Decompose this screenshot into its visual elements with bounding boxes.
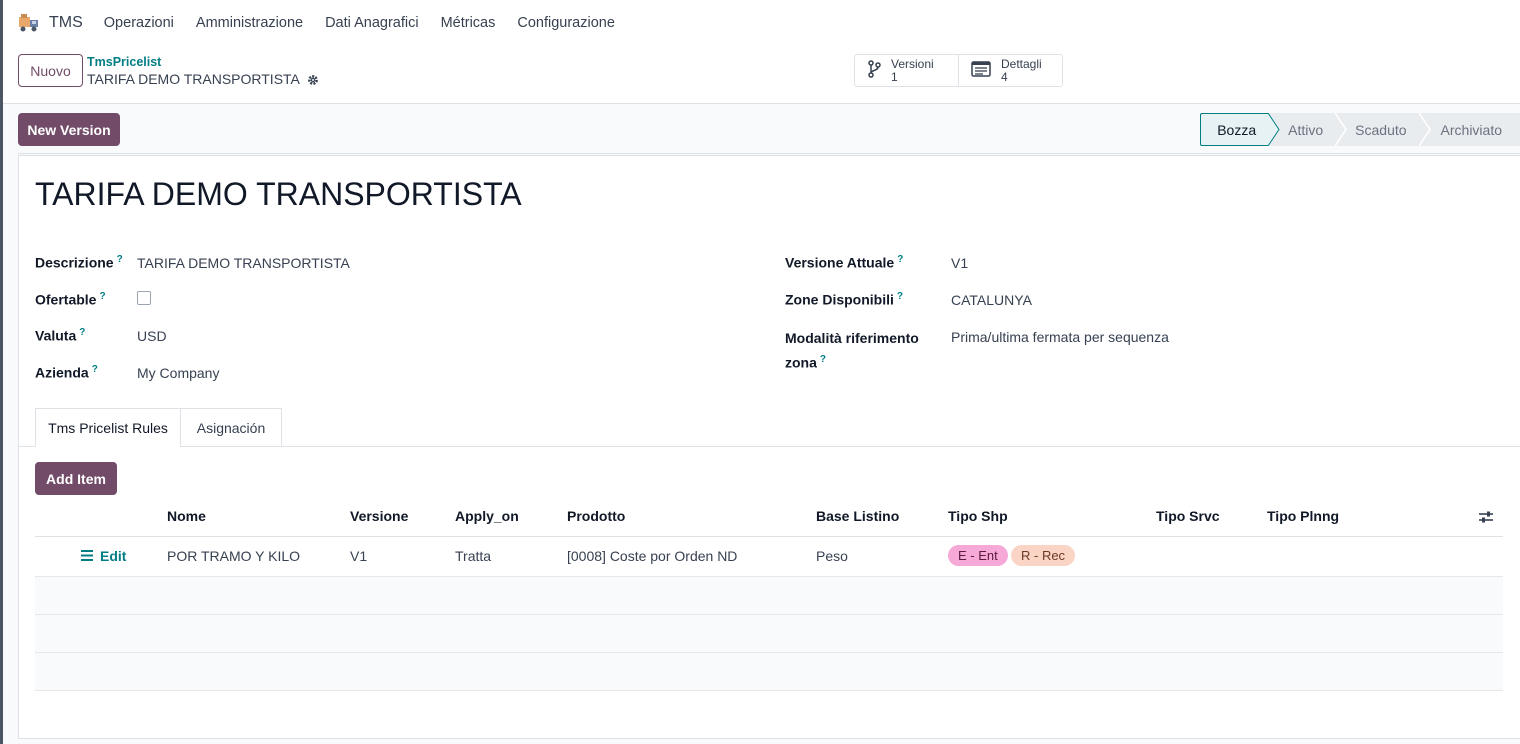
cell-base-listino[interactable]: Peso [816, 548, 848, 564]
stage-arrow-icon [1335, 113, 1348, 146]
details-count: 4 [1001, 69, 1008, 84]
versions-count: 1 [891, 69, 898, 84]
field-label-valuta: Valuta? [35, 327, 85, 344]
help-tooltip-icon[interactable]: ? [820, 354, 826, 365]
edit-row-link[interactable]: Edit [81, 548, 126, 564]
label-modalita-line1: Modalità riferimento [785, 330, 919, 346]
field-descrizione[interactable]: TARIFA DEMO TRANSPORTISTA [137, 255, 350, 271]
label-ofertable: Ofertable [35, 291, 97, 308]
optional-columns-icon[interactable] [1478, 509, 1494, 525]
ofertable-checkbox[interactable] [137, 291, 151, 305]
breadcrumb-parent[interactable]: TmsPricelist [87, 55, 161, 69]
label-azienda: Azienda [35, 364, 89, 381]
top-navbar: TMS Operazioni Amministrazione Dati Anag… [3, 0, 1520, 46]
column-header-tipo-shp[interactable]: Tipo Shp [948, 508, 1008, 524]
field-valuta[interactable]: USD [137, 328, 167, 344]
tab-pricelist-rules[interactable]: Tms Pricelist Rules [35, 408, 181, 447]
field-azienda[interactable]: My Company [137, 365, 219, 381]
smart-buttons: Versioni 1 Dettagli 4 [854, 54, 1063, 87]
new-record-button[interactable]: Nuovo [18, 54, 83, 87]
cell-versione[interactable]: V1 [350, 548, 367, 564]
add-item-button[interactable]: Add Item [35, 462, 117, 495]
stage-pipeline: Bozza Attivo Scaduto Archiviato [1200, 113, 1520, 146]
window-edge [0, 0, 3, 744]
column-header-versione[interactable]: Versione [350, 508, 408, 524]
field-label-zone-disponibili: Zone Disponibili? [785, 291, 903, 308]
menu-metricas[interactable]: Métricas [430, 15, 507, 31]
menu-dati-anagrafici[interactable]: Dati Anagrafici [314, 15, 430, 31]
stage-archiviato-label: Archiviato [1440, 121, 1502, 138]
menu-amministrazione[interactable]: Amministrazione [185, 15, 314, 31]
field-label-versione-attuale: Versione Attuale? [785, 254, 903, 271]
row-divider [35, 690, 1503, 691]
versions-label: Versioni [891, 56, 934, 71]
help-tooltip-icon[interactable]: ? [897, 254, 903, 265]
label-modalita-line2: zona [785, 354, 817, 371]
empty-row [35, 615, 1503, 652]
field-label-descrizione: Descrizione? [35, 254, 123, 271]
tag-e-ent[interactable]: E - Ent [948, 545, 1008, 566]
column-header-tipo-plnng[interactable]: Tipo Plnng [1267, 508, 1339, 524]
stage-arrow-icon [1418, 113, 1431, 146]
field-versione-attuale[interactable]: V1 [951, 255, 968, 271]
help-tooltip-icon[interactable]: ? [897, 291, 903, 302]
details-smart-button[interactable]: Dettagli 4 [958, 55, 1062, 86]
breadcrumb-current-label: TARIFA DEMO TRANSPORTISTA [87, 71, 300, 87]
cell-apply-on[interactable]: Tratta [455, 548, 491, 564]
field-modalita-riferimento[interactable]: Prima/ultima fermata per sequenza [951, 329, 1169, 345]
list-details-icon [971, 61, 991, 80]
field-label-modalita-riferimento: Modalità riferimento zona? [785, 328, 919, 374]
tag-r-rec[interactable]: R - Rec [1011, 545, 1076, 566]
truck-logo-icon [17, 11, 43, 35]
stage-arrow-icon [1268, 113, 1281, 146]
stage-bozza-label: Bozza [1217, 121, 1257, 138]
column-header-nome[interactable]: Nome [167, 508, 206, 524]
stage-archiviato[interactable]: Archiviato [1430, 113, 1520, 146]
new-version-button[interactable]: New Version [18, 113, 120, 146]
cell-nome[interactable]: POR TRAMO Y KILO [167, 548, 300, 564]
cell-prodotto[interactable]: [0008] Coste por Orden ND [567, 548, 737, 564]
label-descrizione: Descrizione [35, 254, 114, 271]
field-zone-disponibili[interactable]: CATALUNYA [951, 292, 1032, 308]
label-zone-disponibili: Zone Disponibili [785, 291, 894, 308]
form-sheet: TARIFA DEMO TRANSPORTISTA Descrizione? T… [18, 155, 1520, 739]
empty-row [35, 653, 1503, 690]
column-header-prodotto[interactable]: Prodotto [567, 508, 625, 524]
versions-smart-button[interactable]: Versioni 1 [855, 55, 958, 86]
help-tooltip-icon[interactable]: ? [99, 291, 105, 302]
menu-operazioni[interactable]: Operazioni [93, 15, 185, 31]
label-versione-attuale: Versione Attuale [785, 254, 895, 271]
help-tooltip-icon[interactable]: ? [79, 327, 85, 338]
breadcrumb-current: TARIFA DEMO TRANSPORTISTA [87, 71, 319, 87]
empty-row [35, 577, 1503, 614]
app-name: TMS [49, 14, 83, 31]
column-header-tipo-srvc[interactable]: Tipo Srvc [1156, 508, 1220, 524]
stage-attivo[interactable]: Attivo [1280, 113, 1336, 146]
edit-label: Edit [100, 548, 127, 564]
status-bar: New Version Bozza Attivo Scaduto Archivi… [18, 112, 1520, 154]
details-label: Dettagli [1001, 56, 1042, 71]
help-tooltip-icon[interactable]: ? [92, 364, 98, 375]
tab-asignacion[interactable]: Asignación [180, 408, 282, 447]
label-valuta: Valuta [35, 327, 77, 344]
stage-attivo-label: Attivo [1288, 121, 1324, 138]
menu-configurazione[interactable]: Configurazione [506, 15, 626, 31]
column-header-apply-on[interactable]: Apply_on [455, 508, 519, 524]
record-title[interactable]: TARIFA DEMO TRANSPORTISTA [35, 176, 522, 213]
field-label-azienda: Azienda? [35, 364, 98, 381]
main-menu: Operazioni Amministrazione Dati Anagrafi… [93, 15, 626, 31]
branch-icon [867, 59, 881, 82]
column-header-base-listino[interactable]: Base Listino [816, 508, 899, 524]
gear-icon[interactable] [307, 73, 319, 85]
help-tooltip-icon[interactable]: ? [117, 254, 123, 265]
table-header-divider [35, 536, 1503, 537]
hamburger-icon [81, 548, 93, 564]
stage-scaduto[interactable]: Scaduto [1347, 113, 1419, 146]
stage-bozza[interactable]: Bozza [1200, 113, 1269, 146]
control-panel: Nuovo TmsPricelist TARIFA DEMO TRANSPORT… [3, 46, 1520, 104]
app-brand[interactable]: TMS [17, 11, 83, 35]
stage-scaduto-label: Scaduto [1355, 121, 1407, 138]
field-label-ofertable: Ofertable? [35, 291, 106, 308]
